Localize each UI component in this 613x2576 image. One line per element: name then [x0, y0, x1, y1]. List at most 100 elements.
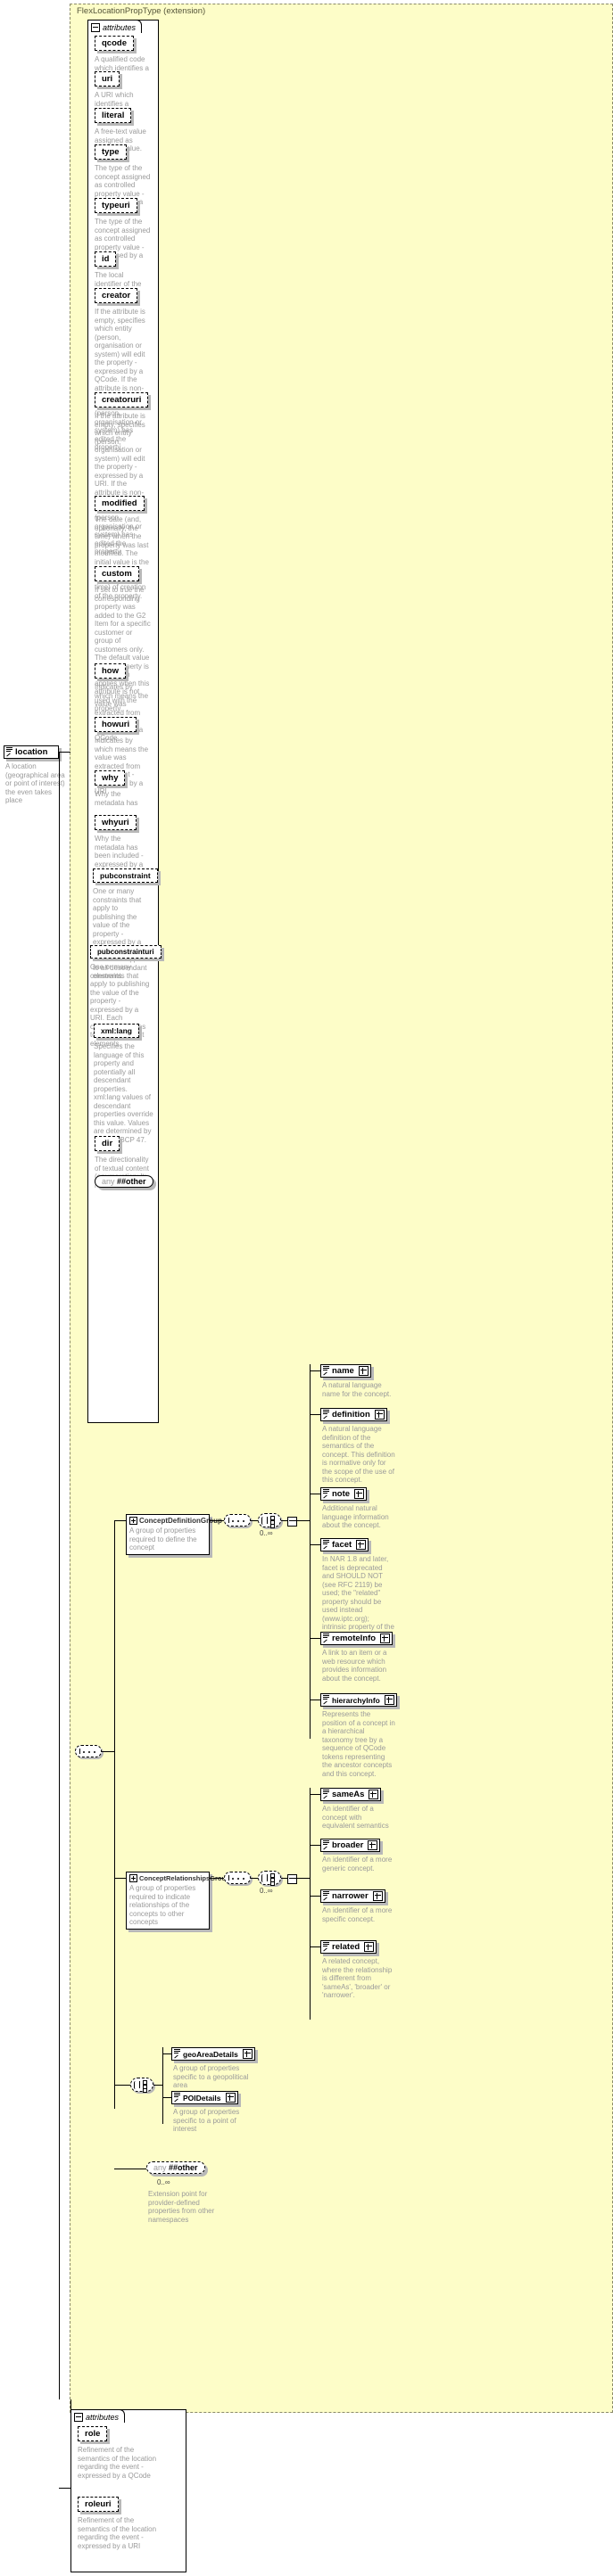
expand-icon[interactable]	[380, 1634, 391, 1643]
expand-icon[interactable]	[242, 2049, 253, 2059]
node-geoareadetails-label: geoAreaDetails	[183, 2049, 238, 2059]
attribute-why-chip[interactable]: why	[95, 770, 126, 786]
element-icon	[322, 1365, 331, 1377]
attribute-role[interactable]: role Refinement of the semantics of the …	[78, 2426, 163, 2480]
collapse-icon[interactable]	[91, 22, 100, 32]
attribute-roleuri-chip[interactable]: roleuri	[78, 2497, 119, 2512]
crg-to-seq	[210, 1878, 224, 1879]
node-poidetails[interactable]: POIDetails	[171, 2091, 238, 2104]
main-sequence-connector[interactable]	[75, 1745, 102, 1757]
details-spine	[162, 2047, 163, 2124]
extension-point-occurrence: 0..∞	[157, 2178, 170, 2186]
sequence-dot-2	[88, 1751, 90, 1753]
expand-icon[interactable]	[225, 2093, 236, 2103]
node-related[interactable]: related	[320, 1940, 377, 1954]
node-location-label: location	[15, 747, 48, 757]
attribute-pubconstrainturi-chip[interactable]: pubconstrainturi	[90, 945, 162, 959]
line-to-narrower	[310, 1896, 320, 1897]
attribute-pubconstraint-chip[interactable]: pubconstraint	[93, 868, 158, 883]
attribute-xml-lang-description: Specifies the language of this property …	[94, 1042, 153, 1144]
concept-definition-choice[interactable]	[258, 1513, 281, 1528]
node-note-label: note	[332, 1489, 351, 1499]
concept-relationships-sequence[interactable]	[224, 1872, 251, 1884]
expand-icon[interactable]	[372, 1891, 383, 1901]
sequence-bar	[228, 1875, 229, 1881]
attribute-type-chip[interactable]: type	[95, 144, 127, 160]
node-narrower-description: An identifier of a more specific concept…	[322, 1906, 393, 1923]
node-name[interactable]: name	[320, 1364, 371, 1378]
attribute-whyuri-chip[interactable]: whyuri	[95, 815, 137, 830]
attribute-custom-chip[interactable]: custom	[95, 566, 139, 581]
sequence-dot-2	[237, 1520, 239, 1522]
line-to-remoteinfo	[310, 1638, 320, 1639]
attribute-xml-lang-chip[interactable]: xml:lang	[94, 1024, 139, 1038]
details-choice-connector[interactable]	[130, 2078, 153, 2093]
expand-icon[interactable]	[369, 1790, 379, 1799]
collapse-icon[interactable]	[74, 2412, 83, 2422]
node-geoareadetails[interactable]: geoAreaDetails	[171, 2047, 255, 2061]
attribute-xml-lang[interactable]: xml:lang Specifies the language of this …	[94, 1024, 154, 1144]
attribute-how-chip[interactable]: how	[95, 663, 126, 679]
attribute-literal-chip[interactable]: literal	[95, 108, 132, 123]
concept-relationships-choice[interactable]	[258, 1871, 281, 1886]
attribute-roleuri[interactable]: roleuri Refinement of the semantics of t…	[78, 2497, 163, 2550]
attribute-creatoruri-chip[interactable]: creatoruri	[95, 392, 149, 407]
expand-icon[interactable]	[354, 1489, 365, 1499]
sequence-dot-3	[243, 1878, 244, 1880]
node-poidetails-description: A group of properties specific to a poin…	[173, 2108, 240, 2133]
crg-seq-to-choice	[251, 1878, 258, 1879]
concept-definition-collapse-icon[interactable]	[287, 1517, 297, 1527]
node-concept-definition-group[interactable]: ConceptDefinitionGroup A group of proper…	[126, 1514, 222, 1555]
choice-dot-3	[270, 1881, 275, 1886]
plus-icon[interactable]	[129, 1517, 137, 1525]
node-location[interactable]: location	[4, 745, 59, 759]
expand-icon[interactable]	[356, 1540, 367, 1550]
expand-icon[interactable]	[384, 1695, 394, 1705]
expand-icon[interactable]	[374, 1410, 385, 1420]
any-other-prefix: any	[102, 1177, 115, 1186]
attribute-modified-chip[interactable]: modified	[95, 496, 145, 511]
expand-icon[interactable]	[358, 1366, 369, 1376]
node-related-description: A related concept, where the relationshi…	[322, 1957, 393, 1999]
attribute-qcode-chip[interactable]: qcode	[95, 36, 134, 51]
node-remoteinfo[interactable]: remoteInfo	[320, 1632, 393, 1645]
node-note[interactable]: note	[320, 1487, 368, 1501]
attribute-role-chip[interactable]: role	[78, 2426, 108, 2441]
attributes-tab-bottom[interactable]: attributes	[70, 2409, 126, 2423]
node-sameas[interactable]: sameAs	[320, 1788, 382, 1801]
sequence-bar	[79, 1749, 80, 1754]
attributes-tab-bottom-label: attributes	[86, 2412, 120, 2422]
node-name-description: A natural language name for the concept.	[322, 1381, 392, 1398]
node-concept-relationships-group[interactable]: ConceptRelationshipsGroup A group of pro…	[126, 1872, 230, 1930]
element-icon	[322, 1539, 331, 1551]
line-to-broader	[310, 1845, 320, 1846]
node-hierarchyinfo[interactable]: hierarchyInfo	[320, 1693, 397, 1707]
node-broader[interactable]: broader	[320, 1839, 381, 1852]
concept-relationships-collapse-icon[interactable]	[287, 1874, 297, 1884]
sequence-dot-1	[83, 1751, 85, 1753]
attribute-creator-chip[interactable]: creator	[95, 288, 138, 303]
node-sameas-label: sameAs	[332, 1790, 365, 1799]
concept-definition-sequence[interactable]	[224, 1514, 251, 1527]
plus-icon[interactable]	[129, 1874, 137, 1882]
element-icon	[173, 2048, 182, 2060]
attribute-typeuri-chip[interactable]: typeuri	[95, 198, 137, 213]
attribute-dir-chip[interactable]: dir	[95, 1136, 120, 1151]
main-spine	[114, 1520, 115, 2109]
node-narrower[interactable]: narrower	[320, 1889, 385, 1903]
extension-point-any-other[interactable]: any ##other	[146, 2161, 205, 2174]
node-facet[interactable]: facet	[320, 1538, 369, 1551]
attributes-tab-top[interactable]: attributes	[87, 20, 143, 33]
expand-icon[interactable]	[368, 1840, 378, 1850]
concept-relationships-occurrence: 0..∞	[260, 1887, 273, 1895]
branch-concept-definition	[114, 1520, 126, 1521]
element-icon	[322, 1941, 331, 1953]
attribute-howuri-chip[interactable]: howuri	[95, 717, 137, 732]
attribute-uri-chip[interactable]: uri	[95, 71, 120, 86]
node-definition[interactable]: definition	[320, 1408, 387, 1421]
node-narrower-label: narrower	[332, 1891, 369, 1901]
expand-icon[interactable]	[364, 1942, 375, 1952]
any-other-attribute[interactable]: any ##other	[95, 1175, 153, 1188]
attribute-id-chip[interactable]: id	[95, 251, 117, 267]
sequence-dot-3	[94, 1751, 95, 1753]
